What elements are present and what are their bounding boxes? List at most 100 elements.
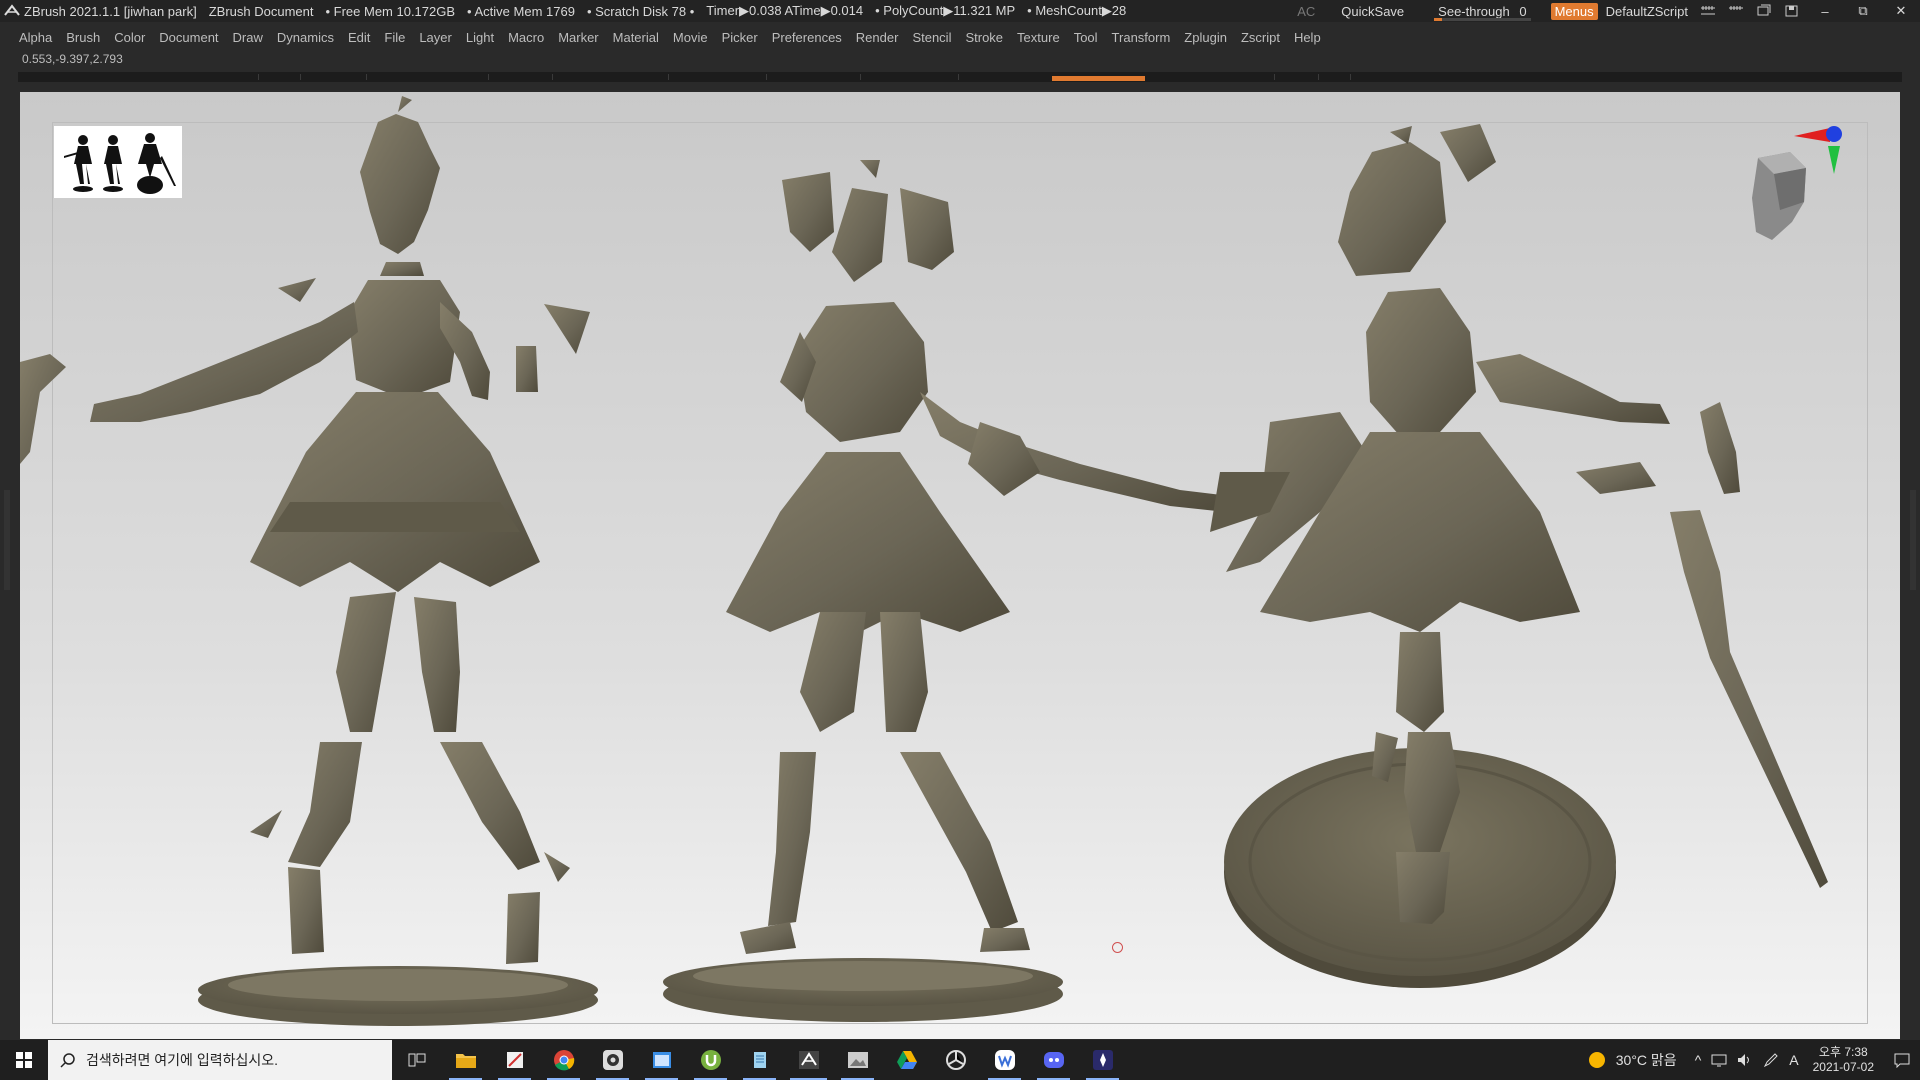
menu-dynamics[interactable]: Dynamics (270, 30, 341, 45)
taskbar-clock[interactable]: 오후 7:38 2021-07-02 (1813, 1045, 1874, 1075)
menu-macro[interactable]: Macro (501, 30, 551, 45)
utorrent-icon[interactable] (686, 1040, 735, 1080)
weather-text[interactable]: 30°C 맑음 (1616, 1050, 1677, 1070)
shelf-divider (300, 74, 301, 80)
menu-marker[interactable]: Marker (551, 30, 605, 45)
layout-cycle-icon[interactable] (1700, 4, 1716, 18)
shelf-divider (668, 74, 669, 80)
layout-cycle-alt-icon[interactable] (1728, 4, 1744, 18)
menu-file[interactable]: File (377, 30, 412, 45)
image-viewer-icon[interactable] (833, 1040, 882, 1080)
file-explorer-icon[interactable] (441, 1040, 490, 1080)
top-shelf (18, 72, 1902, 82)
default-zscript-button[interactable]: DefaultZScript (1606, 4, 1688, 19)
snipping-tool-icon[interactable] (490, 1040, 539, 1080)
menu-material[interactable]: Material (606, 30, 666, 45)
weather-sun-icon[interactable] (1588, 1051, 1606, 1069)
menu-preferences[interactable]: Preferences (765, 30, 849, 45)
windows-taskbar: 검색하려면 여기에 입력하십시오. 30°C 맑음 ^ A 오후 7:38 20… (0, 1040, 1920, 1080)
close-button[interactable]: ✕ (1888, 3, 1914, 19)
unity-icon[interactable] (931, 1040, 980, 1080)
search-icon (60, 1053, 75, 1068)
see-through-track (1434, 17, 1531, 21)
shelf-divider (860, 74, 861, 80)
menu-document[interactable]: Document (152, 30, 225, 45)
menu-color[interactable]: Color (107, 30, 152, 45)
offscreen-sculpt-fragment (20, 354, 66, 464)
menu-layer[interactable]: Layer (412, 30, 459, 45)
windows-logo-icon (16, 1052, 32, 1068)
taskbar-search-box[interactable]: 검색하려면 여기에 입력하십시오. (48, 1040, 392, 1080)
shelf-divider (366, 74, 367, 80)
notepad-icon[interactable] (735, 1040, 784, 1080)
save-layout-icon[interactable] (1784, 4, 1800, 18)
menu-alpha[interactable]: Alpha (12, 30, 59, 45)
show-hidden-icons-chevron-icon[interactable]: ^ (1695, 1052, 1702, 1068)
zbrush-icon[interactable] (784, 1040, 833, 1080)
restore-button[interactable]: ⧉ (1850, 3, 1876, 19)
document-canvas[interactable] (20, 92, 1900, 1039)
menu-picker[interactable]: Picker (715, 30, 765, 45)
shelf-divider (1350, 74, 1351, 80)
pen-icon[interactable] (1763, 1052, 1779, 1068)
shelf-divider (958, 74, 959, 80)
quicksave-button[interactable]: QuickSave (1341, 4, 1404, 19)
document-title: ZBrush Document (208, 3, 314, 19)
notification-center-icon[interactable] (1884, 1052, 1920, 1068)
active-palette-indicator (1052, 76, 1145, 81)
meshcount-readout: • MeshCount▶28 (1027, 3, 1127, 18)
title-bar: ZBrush 2021.1.1 [jiwhan park] ZBrush Doc… (0, 0, 1920, 22)
menu-movie[interactable]: Movie (666, 30, 715, 45)
menu-draw[interactable]: Draw (226, 30, 270, 45)
ac-label[interactable]: AC (1297, 4, 1315, 19)
clock-date: 2021-07-02 (1812, 1060, 1874, 1074)
cursor-coordinates-readout: 0.553,-9.397,2.793 (22, 52, 123, 66)
input-method-indicator[interactable]: A (1789, 1052, 1798, 1068)
see-through-fill (1434, 17, 1443, 21)
google-drive-icon[interactable] (882, 1040, 931, 1080)
menu-edit[interactable]: Edit (341, 30, 377, 45)
free-mem-readout: • Free Mem 10.172GB (325, 3, 456, 19)
shelf-divider (552, 74, 553, 80)
pureref-icon[interactable] (1078, 1040, 1127, 1080)
search-placeholder: 검색하려면 여기에 입력하십시오. (86, 1052, 278, 1068)
see-through-label: See-through (1438, 3, 1510, 19)
menu-render[interactable]: Render (849, 30, 906, 45)
menu-zscript[interactable]: Zscript (1234, 30, 1287, 45)
menu-tool[interactable]: Tool (1067, 30, 1105, 45)
menu-light[interactable]: Light (459, 30, 501, 45)
restore-layout-icon[interactable] (1756, 4, 1772, 18)
right-tray-handle[interactable] (1910, 490, 1916, 590)
network-icon[interactable] (1711, 1053, 1727, 1067)
zbrush-window-icon[interactable] (637, 1040, 686, 1080)
wattpad-icon[interactable] (980, 1040, 1029, 1080)
see-through-slider[interactable]: See-through 0 (1434, 3, 1531, 21)
discord-icon[interactable] (1029, 1040, 1078, 1080)
main-menu-bar: Alpha Brush Color Document Draw Dynamics… (0, 26, 1920, 48)
title-bar-right: AC QuickSave See-through 0 Menus Default… (1285, 0, 1920, 22)
start-button[interactable] (0, 1040, 48, 1080)
left-tray-handle[interactable] (4, 490, 10, 590)
cursor-marker-icon (1112, 942, 1123, 953)
chrome-icon[interactable] (539, 1040, 588, 1080)
menu-stroke[interactable]: Stroke (958, 30, 1010, 45)
task-view-icon[interactable] (392, 1040, 441, 1080)
obs-icon[interactable] (588, 1040, 637, 1080)
menu-help[interactable]: Help (1287, 30, 1328, 45)
active-mem-readout: • Active Mem 1769 (467, 3, 575, 19)
zbrush-logo-icon (4, 4, 20, 16)
menu-brush[interactable]: Brush (59, 30, 107, 45)
menu-stencil[interactable]: Stencil (905, 30, 958, 45)
volume-icon[interactable] (1737, 1053, 1753, 1067)
timer-readout: Timer▶0.038 ATime▶0.014 (706, 3, 864, 18)
axis-y-arrow-icon (1828, 146, 1840, 174)
menu-texture[interactable]: Texture (1010, 30, 1067, 45)
menu-zplugin[interactable]: Zplugin (1177, 30, 1234, 45)
navigation-view-cube[interactable] (1734, 122, 1844, 252)
sculpt-viewport[interactable] (20, 92, 1900, 1039)
minimize-button[interactable]: – (1812, 4, 1838, 19)
shelf-divider (1318, 74, 1319, 80)
menu-transform[interactable]: Transform (1105, 30, 1178, 45)
shelf-divider (1274, 74, 1275, 80)
menus-toggle-button[interactable]: Menus (1550, 2, 1598, 20)
